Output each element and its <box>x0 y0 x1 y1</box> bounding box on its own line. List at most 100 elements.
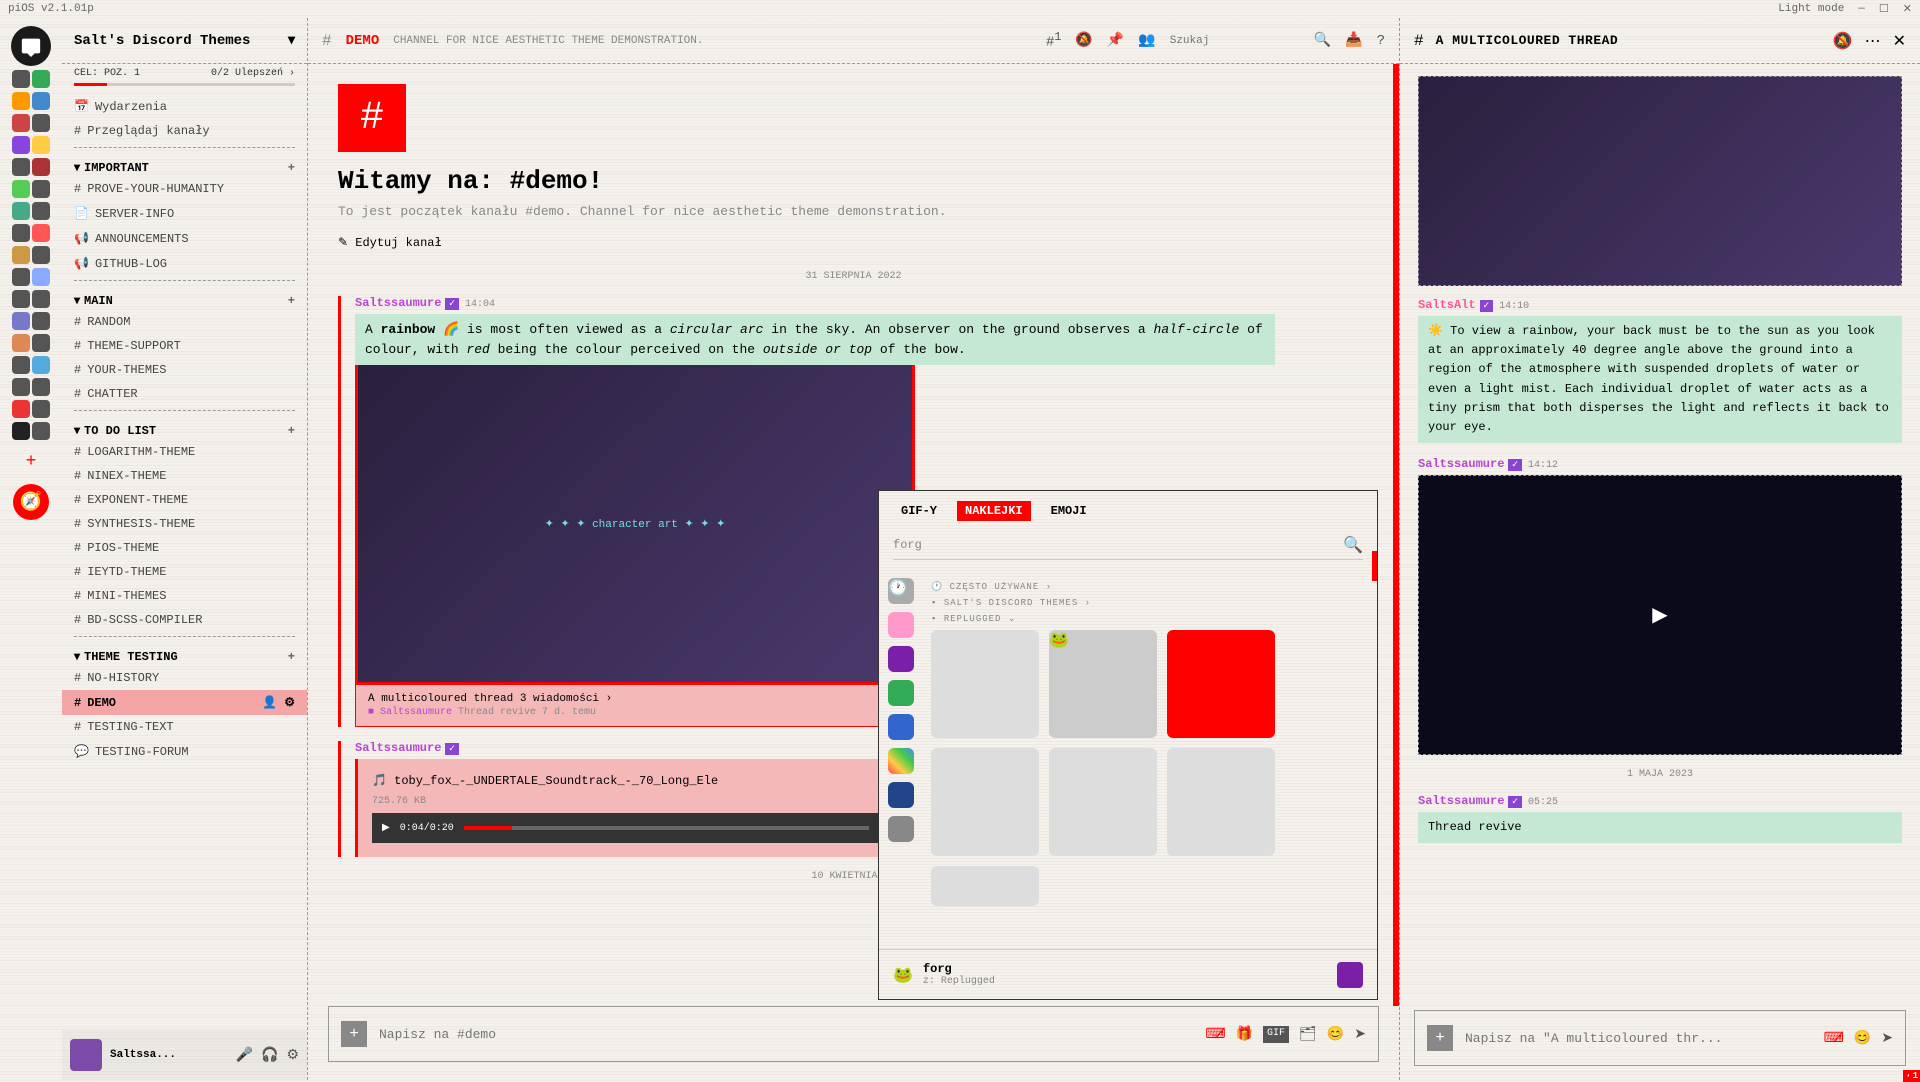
rail-item[interactable] <box>888 714 914 740</box>
settings-icon[interactable]: ⚙ <box>286 1047 299 1064</box>
close-icon[interactable]: ✕ <box>1893 31 1906 51</box>
browse-channels-link[interactable]: # Przeglądaj kanały <box>62 119 307 143</box>
inbox-icon[interactable]: 📥 <box>1345 32 1362 49</box>
guild-header[interactable]: Salt's Discord Themes ▾ <box>62 18 307 64</box>
tab-stickers[interactable]: NAKLEJKI <box>957 501 1031 521</box>
channel-item[interactable]: # CHATTER <box>62 382 307 406</box>
picker-section-guild[interactable]: ▪ SALT'S DISCORD THEMES › <box>931 598 1369 608</box>
send-button[interactable]: ➤ <box>1881 1030 1893 1047</box>
channel-item[interactable]: # RANDOM <box>62 310 307 334</box>
channel-item[interactable]: # YOUR-THEMES <box>62 358 307 382</box>
tab-gif[interactable]: GIF-Y <box>893 501 945 521</box>
sticker-search-input[interactable] <box>893 538 1343 552</box>
mute-icon[interactable]: 🎤 <box>236 1047 253 1064</box>
tab-emoji[interactable]: EMOJI <box>1043 501 1095 521</box>
window-minimize[interactable]: — <box>1858 3 1865 15</box>
picker-section-recent[interactable]: 🕐 CZĘSTO UŻYWANE › <box>931 582 1369 592</box>
category-important[interactable]: ▾ IMPORTANT+ <box>62 152 307 177</box>
thread-chip[interactable]: A multicoloured thread 3 wiadomości › ■ … <box>355 684 915 727</box>
channel-item[interactable]: # PIOS-THEME <box>62 536 307 560</box>
rail-item[interactable] <box>888 612 914 638</box>
sticker-item[interactable] <box>1167 748 1275 856</box>
thread-hero-image[interactable] <box>1418 76 1902 286</box>
deafen-icon[interactable]: 🎧 <box>261 1047 278 1064</box>
message-author[interactable]: Saltssaumure <box>1418 457 1504 471</box>
message-author[interactable]: Saltssaumure <box>355 741 441 755</box>
channel-item[interactable]: # TESTING-TEXT <box>62 715 307 739</box>
category-main[interactable]: ▾ MAIN+ <box>62 285 307 310</box>
channel-item[interactable]: # LOGARITHM-THEME <box>62 440 307 464</box>
channel-item[interactable]: 📢 ANNOUNCEMENTS <box>62 226 307 251</box>
category-testing[interactable]: ▾ THEME TESTING+ <box>62 641 307 666</box>
video-embed[interactable]: ▶ <box>1418 475 1902 755</box>
server-item[interactable]: 1 <box>12 422 50 440</box>
members-icon[interactable]: 👥 <box>1138 32 1155 49</box>
user-avatar[interactable] <box>70 1039 102 1071</box>
server-item[interactable]: 43 <box>12 158 50 176</box>
server-item[interactable]: 49 <box>12 378 50 396</box>
audio-player[interactable]: ▶ 0:04/0:20 🔊 <box>372 813 901 843</box>
add-server-button[interactable]: + <box>13 444 49 480</box>
rail-recent[interactable]: 🕐 <box>888 578 914 604</box>
server-item[interactable]: 10 <box>12 290 50 308</box>
sticker-icon[interactable]: 🗂 <box>1299 1026 1317 1043</box>
dm-home[interactable] <box>11 26 51 66</box>
channel-item-active[interactable]: # DEMO👤 ⚙ <box>62 690 307 715</box>
search-icon[interactable]: 🔍 <box>1314 32 1331 49</box>
rail-item[interactable] <box>888 782 914 808</box>
channel-item[interactable]: # EXPONENT-THEME <box>62 488 307 512</box>
rail-item[interactable] <box>888 816 914 842</box>
keyboard-icon[interactable]: ⌨̸ <box>1824 1030 1844 1047</box>
rail-item[interactable] <box>888 680 914 706</box>
channel-item[interactable]: # PROVE-YOUR-HUMANITY <box>62 177 307 201</box>
rail-item[interactable] <box>888 646 914 672</box>
channel-item[interactable]: # NO-HISTORY <box>62 666 307 690</box>
window-close[interactable]: ✕ <box>1903 2 1912 16</box>
message-author[interactable]: Saltssaumure <box>1418 794 1504 808</box>
server-item[interactable]: 71 <box>12 114 50 132</box>
search-icon[interactable]: 🔍 <box>1343 535 1363 555</box>
channel-item[interactable]: # BD-SCSS-COMPILER <box>62 608 307 632</box>
channel-item[interactable]: # THEME-SUPPORT <box>62 334 307 358</box>
user-name[interactable]: Saltssa... <box>110 1049 176 1061</box>
sticker-item[interactable] <box>931 748 1039 856</box>
gift-icon[interactable]: 🎁 <box>1236 1026 1253 1043</box>
gift-icon[interactable]: ⌨̸ <box>1205 1026 1225 1043</box>
play-icon[interactable]: ▶ <box>382 822 390 834</box>
sticker-source-icon[interactable] <box>1337 962 1363 988</box>
rail-item[interactable] <box>888 748 914 774</box>
sticker-item[interactable]: 🐸 <box>1049 630 1157 738</box>
server-item[interactable]: 9 <box>12 334 50 352</box>
picker-section-replugged[interactable]: ▪ REPLUGGED ⌄ <box>931 614 1369 624</box>
server-item[interactable]: 15 <box>12 202 50 220</box>
sticker-item[interactable] <box>931 630 1039 738</box>
attach-button[interactable]: + <box>341 1021 367 1047</box>
message-author[interactable]: Saltssaumure <box>355 296 441 310</box>
channel-item[interactable]: # IEYTD-THEME <box>62 560 307 584</box>
emoji-icon[interactable]: 😊 <box>1854 1030 1871 1047</box>
emoji-icon[interactable]: 😊 <box>1327 1026 1344 1043</box>
events-link[interactable]: 📅 Wydarzenia <box>62 94 307 119</box>
channel-item[interactable]: # NINEX-THEME <box>62 464 307 488</box>
thread-message-input[interactable] <box>1465 1031 1812 1046</box>
message-attachment-image[interactable]: ✦ ✦ ✦ character art ✦ ✦ ✦ <box>355 365 915 685</box>
explore-button[interactable]: 🧭 <box>13 484 49 520</box>
sticker-item-selected[interactable] <box>1167 630 1275 738</box>
send-button[interactable]: ➤ <box>1354 1026 1366 1043</box>
help-icon[interactable]: ? <box>1377 33 1385 49</box>
sticker-item[interactable] <box>931 866 1039 906</box>
message-input[interactable] <box>379 1027 1193 1042</box>
message-author[interactable]: SaltsAlt <box>1418 298 1476 312</box>
gif-button[interactable]: GIF <box>1263 1026 1289 1043</box>
scrollbar[interactable] <box>1393 64 1399 1006</box>
more-icon[interactable]: ⋯ <box>1865 31 1881 51</box>
search-input[interactable] <box>1170 29 1300 53</box>
channel-item[interactable]: # MINI-THEMES <box>62 584 307 608</box>
window-maximize[interactable]: ☐ <box>1879 2 1889 16</box>
picker-scrollbar[interactable] <box>1372 551 1377 581</box>
goal-status[interactable]: 0/2 Ulepszeń › <box>211 68 295 79</box>
server-item[interactable]: 40 <box>12 246 50 264</box>
pin-icon[interactable]: 📌 <box>1107 32 1124 49</box>
channel-item[interactable]: 📄 SERVER-INFO <box>62 201 307 226</box>
channel-item[interactable]: 💬 TESTING-FORUM <box>62 739 307 764</box>
